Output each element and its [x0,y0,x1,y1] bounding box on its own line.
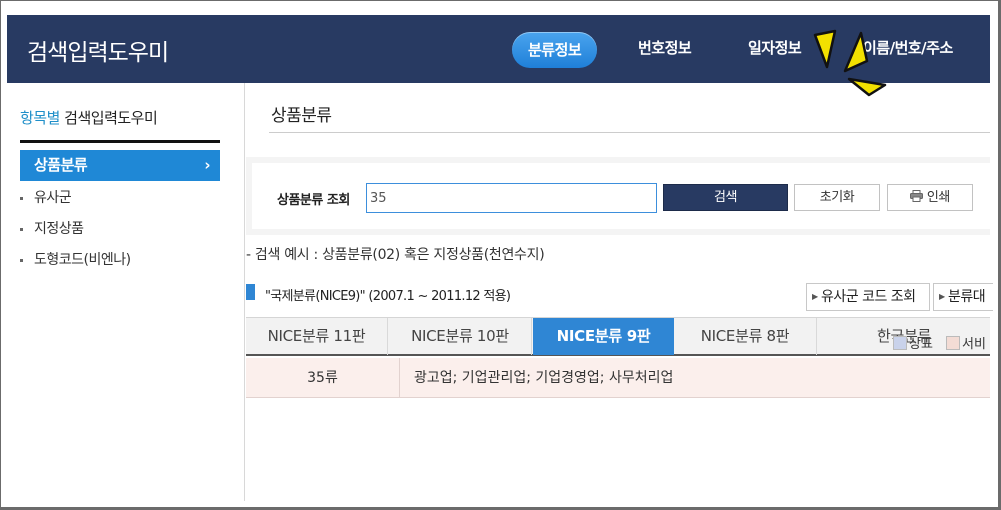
sidebar-item-similar-group[interactable]: 유사군 [20,187,72,207]
sidebar-item-label: 상품분류 [34,156,88,174]
similar-group-code-label: 유사군 코드 조회 [821,289,916,305]
nav-date-info[interactable]: 일자정보 [748,37,802,58]
tab-nice-8[interactable]: NICE분류 8판 [674,318,817,355]
sidebar-heading-text: 검색입력도우미 [59,109,158,127]
tab-nice-11[interactable]: NICE분류 11판 [246,318,388,355]
sidebar-item-label: 도형코드(비엔나) [34,252,131,268]
classification-search-input[interactable] [366,183,657,213]
tab-nice-9[interactable]: NICE분류 9판 [533,318,674,355]
bullet-icon [20,196,23,200]
bullet-icon [20,227,23,231]
service-swatch-icon [946,336,960,350]
chevron-right-icon: › [204,156,210,174]
print-button[interactable]: 인쇄 [887,184,973,211]
bullet-icon [20,258,23,262]
sidebar-divider [20,140,220,143]
app-title: 검색입력도우미 [27,40,169,66]
sidebar-heading: 항목별 검색입력도우미 [20,107,158,128]
classification-table-label: 분류대 [948,289,986,305]
legend-trademark: 상표 [893,333,933,352]
page-title: 상품분류 [271,106,332,126]
window-frame: 검색입력도우미 분류정보 번호정보 일자정보 이름/번호/주소 항목별 검색입력… [0,0,1001,510]
class-cell: 35류 [246,358,400,398]
nav-classification-info[interactable]: 분류정보 [512,32,598,68]
tab-nice-10[interactable]: NICE분류 10판 [389,318,532,355]
edition-tabs: NICE분류 11판 NICE분류 10판 NICE분류 9판 NICE분류 8… [246,317,990,356]
reset-button[interactable]: 초기화 [794,184,880,211]
sidebar-heading-accent: 항목별 [20,109,60,127]
sidebar-item-label: 유사군 [34,190,72,206]
similar-group-code-button[interactable]: ▶ 유사군 코드 조회 [806,283,930,311]
search-button[interactable]: 검색 [663,184,788,211]
table-row[interactable]: 35류 광고업; 기업관리업; 기업경영업; 사무처리업 [246,358,990,398]
sidebar-item-product-classification[interactable]: 상품분류 › [20,150,220,181]
legend-service-label: 서비 [962,337,986,352]
search-label: 상품분류 조회 [277,193,350,208]
triangle-right-icon: ▶ [939,292,945,301]
description-cell: 광고업; 기업관리업; 기업경영업; 사무처리업 [414,370,674,386]
printer-icon [910,190,924,202]
sidebar-item-figure-code[interactable]: 도형코드(비엔나) [20,249,131,269]
triangle-right-icon: ▶ [812,292,818,301]
sidebar-item-designated-goods[interactable]: 지정상품 [20,218,84,238]
search-example: - 검색 예시 : 상품분류(02) 혹은 지정상품(천연수지) [246,247,545,263]
sidebar: 항목별 검색입력도우미 상품분류 › 유사군 지정상품 도형코드(비엔나) [7,83,245,501]
trademark-swatch-icon [893,336,907,350]
sidebar-item-label: 지정상품 [34,221,84,237]
nav-name-number-address[interactable]: 이름/번호/주소 [863,37,953,58]
legend-trademark-label: 상표 [909,337,933,352]
section-marker [246,284,255,300]
classification-table-button[interactable]: ▶ 분류대 [933,283,993,311]
nav-number-info[interactable]: 번호정보 [638,37,692,58]
title-divider [269,132,990,133]
print-button-label: 인쇄 [926,190,950,205]
section-title: "국제분류(NICE9)" (2007.1 ~ 2011.12 적용) [265,289,511,304]
legend-service: 서비 [946,333,986,352]
